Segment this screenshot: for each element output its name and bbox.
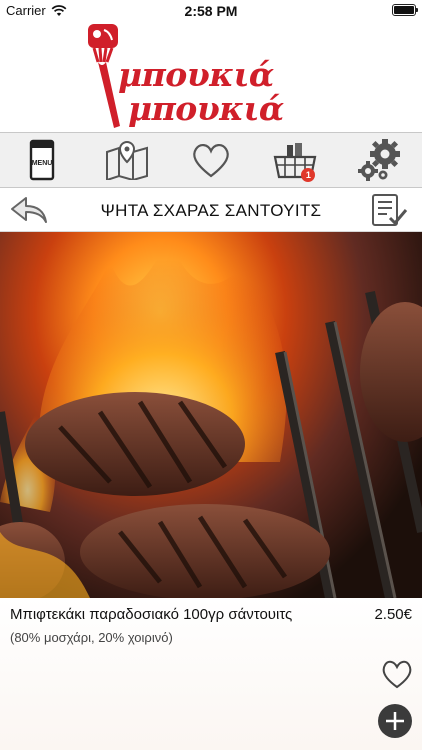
- map-icon: [105, 140, 148, 180]
- menu-item-card[interactable]: Μπιφτεκάκι παραδοσιακό 100γρ σάντουιτς 2…: [0, 598, 422, 750]
- checklist-icon: [372, 194, 408, 226]
- item-name: Μπιφτεκάκι παραδοσιακό 100γρ σάντουιτς: [10, 606, 293, 623]
- product-image: [0, 232, 422, 598]
- page-title: ΨΗΤΑ ΣΧΑΡΑΣ ΣΑΝΤΟΥΙΤΣ: [100, 201, 322, 220]
- logo-area: μπουκιά μπουκιά: [0, 22, 422, 132]
- status-time: 2:58 PM: [184, 3, 238, 19]
- item-price: 2.50€: [374, 606, 412, 623]
- cart-button[interactable]: 1: [265, 134, 325, 186]
- plus-icon: [386, 712, 404, 730]
- order-list-button[interactable]: [370, 192, 408, 228]
- battery-icon: [392, 4, 418, 16]
- logo-line1: μπουκιά: [118, 55, 274, 94]
- favorite-item-button[interactable]: [380, 658, 414, 690]
- favorites-button[interactable]: [181, 134, 241, 186]
- cart-badge: 1: [301, 168, 316, 182]
- heart-icon: [193, 144, 229, 178]
- main-toolbar: MENU 1: [0, 132, 422, 188]
- gears-icon: [357, 139, 400, 181]
- map-button[interactable]: [97, 134, 157, 186]
- back-button[interactable]: [10, 194, 50, 226]
- add-to-cart-button[interactable]: [378, 704, 412, 738]
- settings-button[interactable]: [350, 134, 410, 186]
- grill-photo: [0, 237, 422, 598]
- back-arrow-icon: [11, 197, 47, 223]
- menu-icon: MENU: [29, 139, 55, 181]
- heart-icon: [382, 660, 412, 689]
- status-right: [392, 4, 418, 16]
- menu-button[interactable]: MENU: [12, 134, 72, 186]
- logo-line2: μπουκιά: [128, 89, 284, 128]
- category-header: ΨΗΤΑ ΣΧΑΡΑΣ ΣΑΝΤΟΥΙΤΣ: [0, 188, 422, 232]
- item-description: (80% μοσχάρι, 20% χοιρινό): [10, 630, 173, 645]
- status-bar: Carrier 2:58 PM: [0, 0, 422, 22]
- menu-icon-label: MENU: [32, 160, 53, 167]
